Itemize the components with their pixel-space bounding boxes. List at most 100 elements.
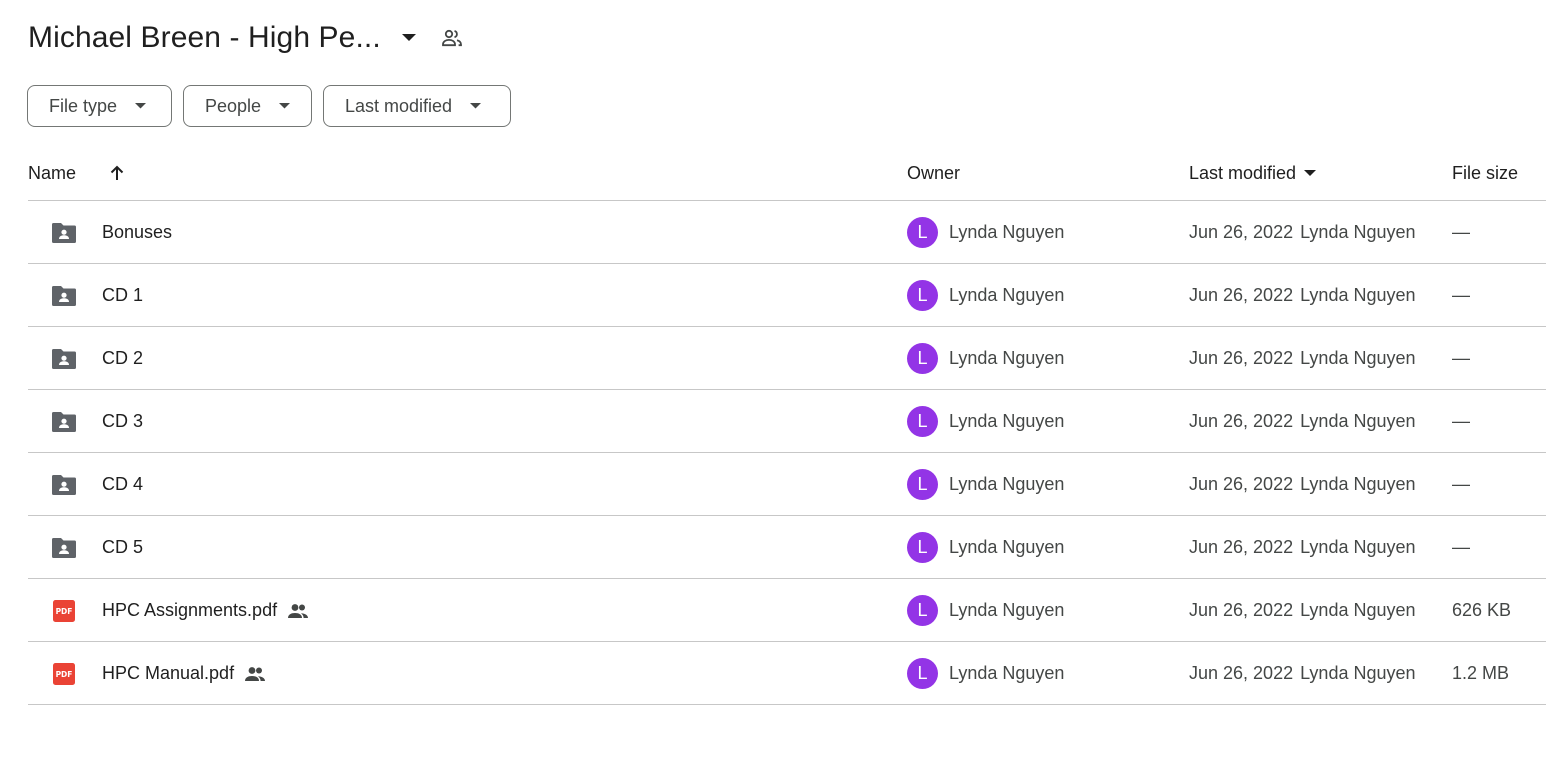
owner-cell: L Lynda Nguyen bbox=[907, 453, 1064, 516]
file-name-cell: CD 5 bbox=[102, 516, 143, 579]
file-size: 1.2 MB bbox=[1452, 663, 1510, 683]
modified-by: Lynda Nguyen bbox=[1300, 348, 1416, 368]
shared-folder-icon bbox=[50, 453, 78, 516]
modified-date: Jun 26, 2022 bbox=[1189, 411, 1294, 431]
owner-name: Lynda Nguyen bbox=[949, 600, 1065, 620]
filter-last-modified[interactable]: Last modified bbox=[323, 85, 511, 127]
shared-folder-icon bbox=[50, 327, 78, 390]
arrow-drop-down-icon bbox=[466, 97, 484, 115]
arrow-drop-down-icon[interactable] bbox=[397, 26, 421, 50]
modified-date: Jun 26, 2022 bbox=[1189, 600, 1294, 620]
avatar[interactable]: L bbox=[907, 217, 938, 248]
column-header-last-modified[interactable]: Last modified bbox=[1189, 163, 1318, 184]
sort-arrow-up-icon[interactable] bbox=[106, 162, 128, 184]
last-modified-cell: Jun 26, 2022 Lynda Nguyen bbox=[1189, 453, 1416, 516]
file-name: CD 5 bbox=[102, 537, 144, 557]
modified-date: Jun 26, 2022 bbox=[1189, 285, 1294, 305]
file-size: — bbox=[1452, 348, 1470, 368]
shared-folder-icon bbox=[50, 390, 78, 453]
avatar[interactable]: L bbox=[907, 469, 938, 500]
last-modified-cell: Jun 26, 2022 Lynda Nguyen bbox=[1189, 579, 1416, 642]
modified-by: Lynda Nguyen bbox=[1300, 600, 1416, 620]
filter-file-type[interactable]: File type bbox=[27, 85, 172, 127]
svg-text:PDF: PDF bbox=[56, 670, 73, 679]
owner-name: Lynda Nguyen bbox=[949, 537, 1065, 557]
filter-bar: File type People Last modified bbox=[27, 85, 511, 127]
column-header-label: Last modified bbox=[1189, 162, 1297, 183]
owner-cell: L Lynda Nguyen bbox=[907, 516, 1064, 579]
owner-cell: L Lynda Nguyen bbox=[907, 264, 1064, 327]
table-row[interactable]: PDF HPC Manual.pdf L Lynda Nguyen Jun 26… bbox=[28, 642, 1546, 705]
table-row[interactable]: CD 5 L Lynda Nguyen Jun 26, 2022 Lynda N… bbox=[28, 516, 1546, 579]
owner-name: Lynda Nguyen bbox=[949, 285, 1065, 305]
modified-by: Lynda Nguyen bbox=[1300, 285, 1416, 305]
table-row[interactable]: Bonuses L Lynda Nguyen Jun 26, 2022 Lynd… bbox=[28, 201, 1546, 264]
pdf-file-icon: PDF bbox=[50, 579, 78, 642]
modified-by: Lynda Nguyen bbox=[1300, 411, 1416, 431]
pdf-file-icon: PDF bbox=[50, 642, 78, 705]
shared-people-icon bbox=[244, 663, 266, 685]
table-row[interactable]: CD 3 L Lynda Nguyen Jun 26, 2022 Lynda N… bbox=[28, 390, 1546, 453]
file-list: Name Owner Last modified File size Bonus… bbox=[28, 146, 1546, 705]
file-name: CD 1 bbox=[102, 285, 144, 305]
file-name-cell: CD 2 bbox=[102, 327, 143, 390]
folder-header: Michael Breen - High Pe... bbox=[28, 18, 465, 58]
last-modified-cell: Jun 26, 2022 Lynda Nguyen bbox=[1189, 390, 1416, 453]
table-row[interactable]: CD 2 L Lynda Nguyen Jun 26, 2022 Lynda N… bbox=[28, 327, 1546, 390]
modified-date: Jun 26, 2022 bbox=[1189, 474, 1294, 494]
last-modified-cell: Jun 26, 2022 Lynda Nguyen bbox=[1189, 201, 1416, 264]
table-row[interactable]: PDF HPC Assignments.pdf L Lynda Nguyen J… bbox=[28, 579, 1546, 642]
owner-cell: L Lynda Nguyen bbox=[907, 390, 1064, 453]
file-size: — bbox=[1452, 411, 1470, 431]
avatar[interactable]: L bbox=[907, 658, 938, 689]
folder-title[interactable]: Michael Breen - High Pe... bbox=[28, 21, 381, 55]
column-header-file-size[interactable]: File size bbox=[1452, 163, 1518, 184]
shared-folder-icon bbox=[50, 264, 78, 327]
column-header-name[interactable]: Name bbox=[28, 163, 76, 184]
owner-cell: L Lynda Nguyen bbox=[907, 201, 1064, 264]
file-name: CD 4 bbox=[102, 474, 144, 494]
modified-date: Jun 26, 2022 bbox=[1189, 222, 1294, 242]
avatar[interactable]: L bbox=[907, 280, 938, 311]
table-row[interactable]: CD 1 L Lynda Nguyen Jun 26, 2022 Lynda N… bbox=[28, 264, 1546, 327]
modified-date: Jun 26, 2022 bbox=[1189, 537, 1294, 557]
file-name: Bonuses bbox=[102, 222, 173, 242]
file-name-cell: Bonuses bbox=[102, 201, 172, 264]
avatar[interactable]: L bbox=[907, 595, 938, 626]
file-size: — bbox=[1452, 474, 1470, 494]
column-header-owner[interactable]: Owner bbox=[907, 163, 960, 184]
filter-label: File type bbox=[49, 95, 118, 116]
avatar[interactable]: L bbox=[907, 406, 938, 437]
file-name: HPC Assignments.pdf bbox=[102, 600, 278, 620]
modified-by: Lynda Nguyen bbox=[1300, 222, 1416, 242]
file-name-cell: CD 1 bbox=[102, 264, 143, 327]
file-name-cell: CD 4 bbox=[102, 453, 143, 516]
owner-name: Lynda Nguyen bbox=[949, 474, 1065, 494]
table-row[interactable]: CD 4 L Lynda Nguyen Jun 26, 2022 Lynda N… bbox=[28, 453, 1546, 516]
file-size: — bbox=[1452, 537, 1470, 557]
file-name-cell: HPC Manual.pdf bbox=[102, 642, 266, 705]
arrow-drop-down-icon bbox=[131, 97, 149, 115]
file-name-cell: HPC Assignments.pdf bbox=[102, 579, 309, 642]
owner-cell: L Lynda Nguyen bbox=[907, 642, 1064, 705]
file-size: 626 KB bbox=[1452, 600, 1512, 620]
avatar[interactable]: L bbox=[907, 532, 938, 563]
shared-people-icon bbox=[287, 600, 309, 622]
modified-by: Lynda Nguyen bbox=[1300, 663, 1416, 683]
table-header: Name Owner Last modified File size bbox=[28, 146, 1546, 201]
file-size: — bbox=[1452, 285, 1470, 305]
avatar[interactable]: L bbox=[907, 343, 938, 374]
file-name-cell: CD 3 bbox=[102, 390, 143, 453]
filter-label: Last modified bbox=[345, 95, 453, 116]
owner-cell: L Lynda Nguyen bbox=[907, 327, 1064, 390]
file-name: CD 2 bbox=[102, 348, 144, 368]
filter-people[interactable]: People bbox=[183, 85, 312, 127]
modified-by: Lynda Nguyen bbox=[1300, 537, 1416, 557]
owner-name: Lynda Nguyen bbox=[949, 222, 1065, 242]
file-name: HPC Manual.pdf bbox=[102, 663, 235, 683]
last-modified-cell: Jun 26, 2022 Lynda Nguyen bbox=[1189, 642, 1416, 705]
file-name: CD 3 bbox=[102, 411, 144, 431]
owner-name: Lynda Nguyen bbox=[949, 348, 1065, 368]
shared-people-icon[interactable] bbox=[439, 25, 465, 51]
owner-cell: L Lynda Nguyen bbox=[907, 579, 1064, 642]
